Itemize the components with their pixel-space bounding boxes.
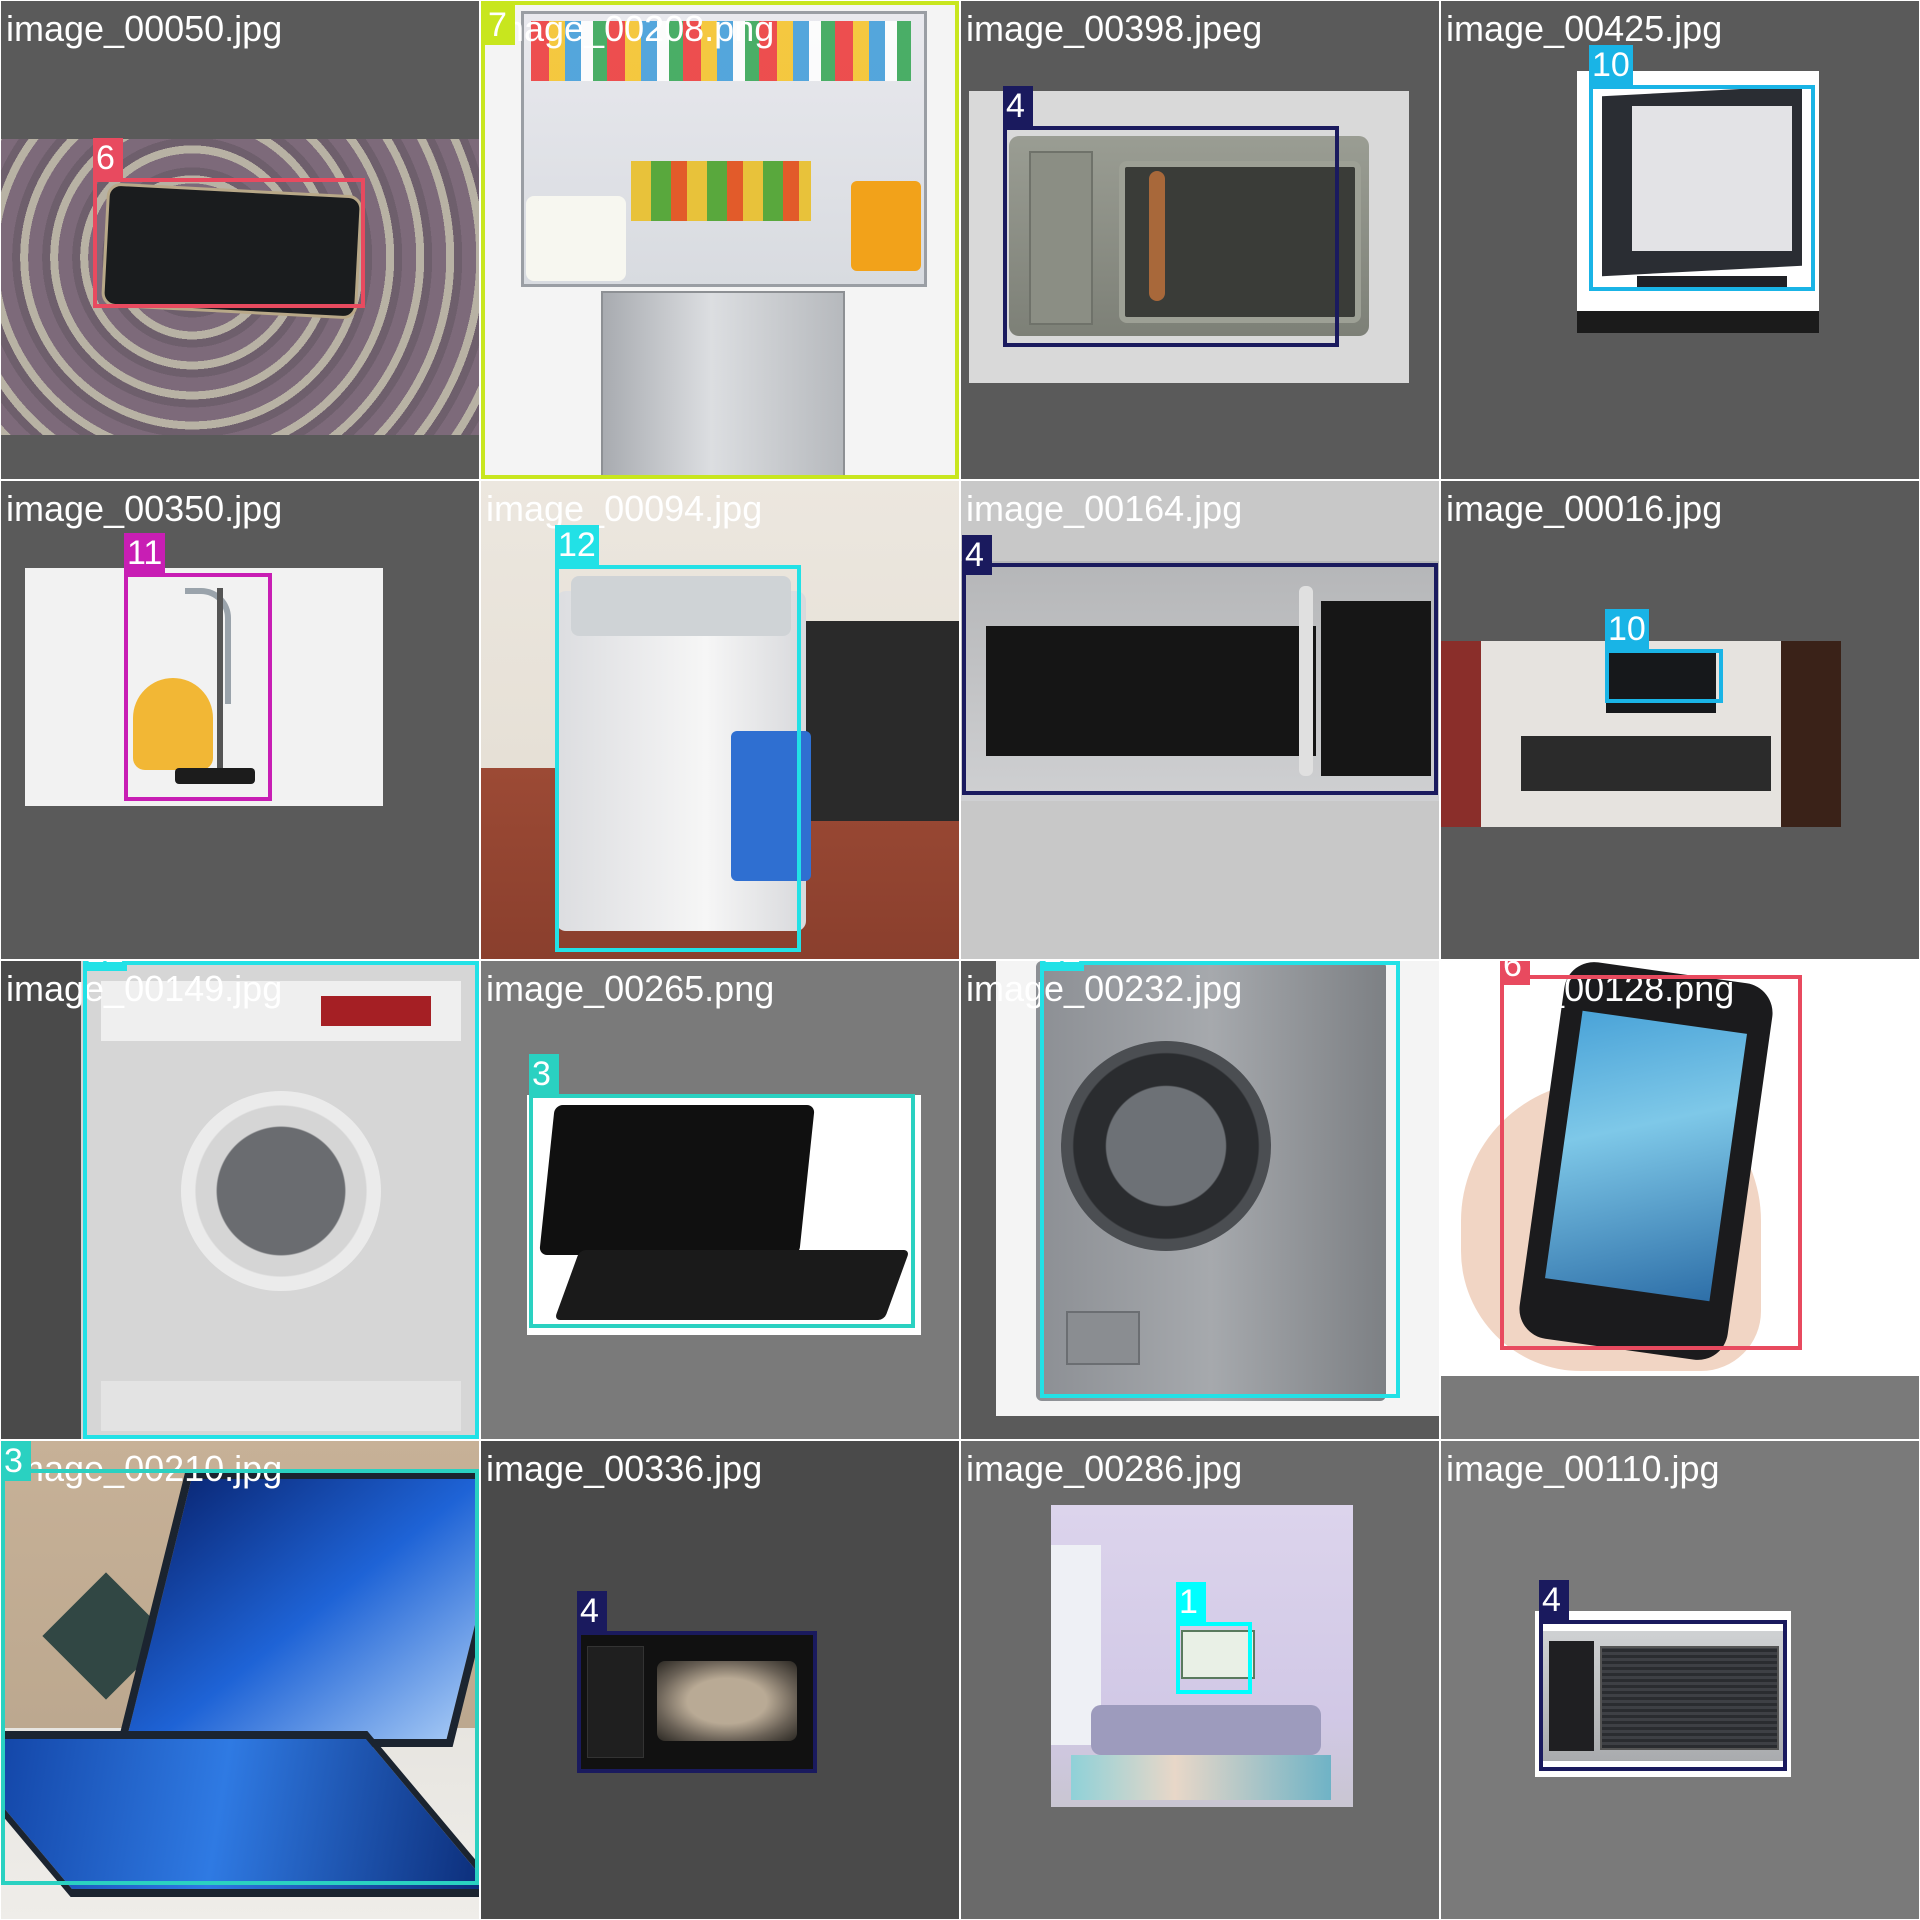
- bounding-box[interactable]: 10: [1605, 609, 1723, 703]
- bounding-box[interactable]: 3: [1, 1441, 479, 1885]
- bbox-class-label: 12: [555, 525, 599, 565]
- bbox-class-label: 4: [1003, 86, 1033, 126]
- tile-filename: image_00265.png: [486, 968, 775, 1009]
- bounding-box[interactable]: 3: [529, 1054, 915, 1328]
- bbox-class-label: 3: [529, 1054, 559, 1094]
- bbox-class-label: 4: [577, 1591, 607, 1631]
- tile-filename: image_00164.jpg: [966, 488, 1243, 529]
- bounding-box[interactable]: 11: [124, 533, 272, 801]
- bbox-class-label: 4: [962, 535, 992, 575]
- bbox-class-label: 12: [83, 961, 127, 971]
- bounding-box[interactable]: 6: [1500, 961, 1802, 1350]
- bbox-class-label: 3: [1, 1441, 31, 1481]
- sofa-shape: [1091, 1705, 1321, 1755]
- bbox-class-label: 1: [1176, 1582, 1206, 1622]
- rug-left: [1441, 641, 1481, 827]
- grid-tile[interactable]: image_00210.jpg 3: [1, 1441, 479, 1919]
- grid-tile[interactable]: image_00265.png 3: [481, 961, 959, 1439]
- bounding-box[interactable]: 4: [1539, 1580, 1787, 1771]
- tile-filename: image_00350.jpg: [6, 488, 283, 529]
- tile-filename: image_00425.jpg: [1446, 8, 1723, 49]
- bounding-box[interactable]: 1: [1176, 1582, 1252, 1694]
- tv-cabinet: [1521, 736, 1771, 791]
- bbox-class-label: 10: [1605, 609, 1649, 649]
- grid-tile[interactable]: image_00398.jpeg 4: [961, 1, 1439, 479]
- tile-filename: image_00286.jpg: [966, 1448, 1243, 1489]
- bounding-box[interactable]: 10: [1589, 45, 1815, 291]
- grid-tile[interactable]: image_00350.jpg 11: [1, 481, 479, 959]
- bounding-box[interactable]: 6: [93, 138, 365, 308]
- bbox-class-label: 11: [124, 533, 166, 573]
- bbox-class-label: 7: [485, 5, 515, 45]
- grid-tile[interactable]: image_00425.jpg 10: [1441, 1, 1919, 479]
- bounding-box[interactable]: 12: [1040, 961, 1400, 1398]
- grid-tile[interactable]: image_00208.png 7: [481, 1, 959, 479]
- tile-filename: image_00336.jpg: [486, 1448, 763, 1489]
- image-grid: image_00050.jpg 6 image_00208.png 7 imag…: [0, 0, 1920, 1920]
- grid-tile[interactable]: image_00128.png 6: [1441, 961, 1919, 1439]
- tv-caption-strip: [1577, 311, 1819, 333]
- grid-tile[interactable]: image_00286.jpg 1: [961, 1441, 1439, 1919]
- bounding-box[interactable]: 4: [962, 535, 1438, 795]
- grid-tile[interactable]: image_00336.jpg 4: [481, 1441, 959, 1919]
- grid-tile[interactable]: image_00232.jpg 12: [961, 961, 1439, 1439]
- tile-filename: image_00110.jpg: [1446, 1448, 1720, 1489]
- bbox-class-label: 6: [93, 138, 123, 178]
- grid-tile[interactable]: image_00164.jpg 4: [961, 481, 1439, 959]
- rug-shape: [1071, 1755, 1331, 1800]
- bbox-class-label: 6: [1500, 961, 1530, 985]
- bounding-box[interactable]: 7: [481, 1, 959, 479]
- grid-tile[interactable]: image_00149.jpg 12: [1, 961, 479, 1439]
- bounding-box[interactable]: 12: [83, 961, 479, 1439]
- door-right: [1781, 641, 1841, 827]
- grid-tile[interactable]: image_00110.jpg 4: [1441, 1441, 1919, 1919]
- tile-filename: image_00094.jpg: [486, 488, 763, 529]
- bounding-box[interactable]: 12: [555, 525, 801, 952]
- bbox-class-label: 4: [1539, 1580, 1569, 1620]
- tile-filename: image_00398.jpeg: [966, 8, 1263, 49]
- bbox-class-label: 10: [1589, 45, 1633, 85]
- grid-tile[interactable]: image_00016.jpg 10: [1441, 481, 1919, 959]
- bounding-box[interactable]: 4: [577, 1591, 817, 1773]
- bounding-box[interactable]: 4: [1003, 86, 1339, 347]
- tile-filename: image_00016.jpg: [1446, 488, 1723, 529]
- grid-tile[interactable]: image_00094.jpg 12: [481, 481, 959, 959]
- bbox-class-label: 12: [1040, 961, 1084, 971]
- grid-tile[interactable]: image_00050.jpg 6: [1, 1, 479, 479]
- tile-filename: image_00050.jpg: [6, 8, 283, 49]
